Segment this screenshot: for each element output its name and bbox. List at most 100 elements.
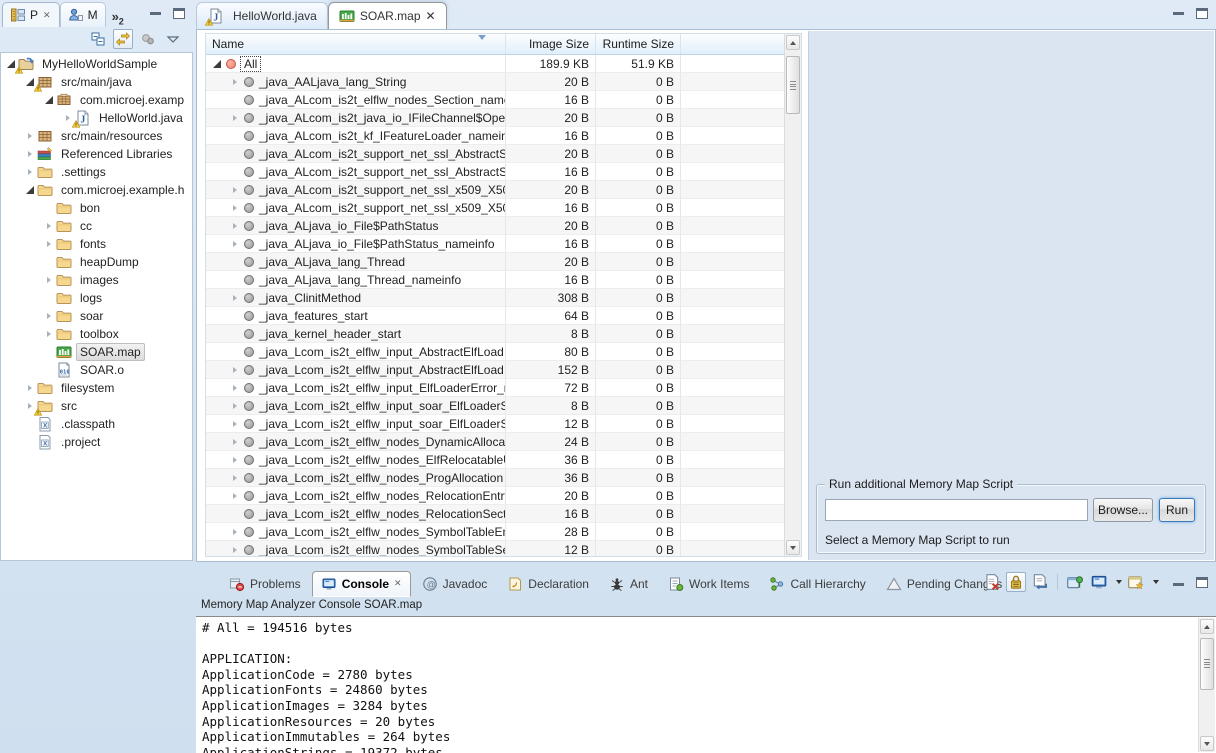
expand-arrow-icon[interactable] — [228, 367, 242, 373]
focus-task-icon[interactable] — [138, 29, 158, 49]
expand-arrow-icon[interactable] — [228, 421, 242, 427]
scroll-down-icon[interactable] — [1200, 736, 1214, 751]
collapse-arrow-icon[interactable] — [24, 186, 36, 194]
console-tab-call-hierarchy[interactable]: Call Hierarchy — [760, 571, 874, 597]
scroll-up-icon[interactable] — [1200, 619, 1214, 634]
column-header-runtime-size[interactable]: Runtime Size — [596, 34, 681, 54]
expand-arrow-icon[interactable] — [24, 133, 36, 139]
show-on-output-icon[interactable] — [1030, 572, 1050, 592]
close-editor-icon[interactable]: ✕ — [426, 9, 436, 23]
table-row[interactable]: _java_ClinitMethod308 B0 B — [206, 289, 784, 307]
open-console-icon[interactable] — [1126, 572, 1146, 592]
tree-item-referenced-libraries[interactable]: Referenced Libraries — [1, 145, 192, 163]
tree-item-bon[interactable]: bon — [1, 199, 192, 217]
maximize-icon[interactable] — [1196, 577, 1208, 588]
expand-arrow-icon[interactable] — [228, 295, 242, 301]
tree-item-src[interactable]: src — [1, 397, 192, 415]
link-with-editor-icon[interactable] — [113, 29, 133, 49]
expand-arrow-icon[interactable] — [43, 241, 55, 247]
table-row[interactable]: _java_ALjava_io_File$PathStatus20 B0 B — [206, 217, 784, 235]
console-tab-work-items[interactable]: Work Items — [659, 571, 758, 597]
column-header-image-size[interactable]: Image Size — [506, 34, 596, 54]
table-row[interactable]: _java_ALjava_io_File$PathStatus_nameinfo… — [206, 235, 784, 253]
expand-arrow-icon[interactable] — [228, 439, 242, 445]
table-row[interactable]: _java_Lcom_is2t_elflw_nodes_ProgAllocati… — [206, 469, 784, 487]
minimize-icon[interactable] — [1173, 10, 1184, 15]
console-tab-ant[interactable]: Ant — [600, 571, 657, 597]
clear-console-icon[interactable] — [982, 572, 1002, 592]
expand-arrow-icon[interactable] — [228, 547, 242, 553]
maximize-icon[interactable] — [173, 8, 185, 19]
table-row[interactable]: _java_Lcom_is2t_elflw_nodes_SymbolTableE… — [206, 523, 784, 541]
minimize-icon[interactable] — [150, 10, 161, 15]
table-row[interactable]: _java_ALcom_is2t_java_io_IFileChannel$Op… — [206, 109, 784, 127]
scroll-up-icon[interactable] — [786, 35, 800, 50]
console-tab-problems[interactable]: Problems — [220, 571, 310, 597]
expand-arrow-icon[interactable] — [24, 385, 36, 391]
expand-arrow-icon[interactable] — [228, 493, 242, 499]
table-row[interactable]: _java_Lcom_is2t_elflw_nodes_RelocationSe… — [206, 505, 784, 523]
expand-arrow-icon[interactable] — [43, 331, 55, 337]
tree-item--settings[interactable]: .settings — [1, 163, 192, 181]
table-row[interactable]: _java_ALjava_lang_Thread20 B0 B — [206, 253, 784, 271]
expand-arrow-icon[interactable] — [228, 385, 242, 391]
expand-arrow-icon[interactable] — [24, 151, 36, 157]
collapse-arrow-icon[interactable] — [43, 96, 55, 104]
table-row[interactable]: _java_Lcom_is2t_elflw_input_soar_ElfLoad… — [206, 397, 784, 415]
tree-item-heapdump[interactable]: heapDump — [1, 253, 192, 271]
close-console-icon[interactable]: ✕ — [394, 578, 402, 589]
tab-package-explorer[interactable]: P ✕ — [2, 2, 60, 27]
expand-arrow-icon[interactable] — [24, 169, 36, 175]
console-tab-declaration[interactable]: Declaration — [498, 571, 598, 597]
table-row[interactable]: _java_ALcom_is2t_support_net_ssl_x509_X5… — [206, 199, 784, 217]
tree-item-logs[interactable]: logs — [1, 289, 192, 307]
tree-item-com-microej-examp[interactable]: com.microej.examp — [1, 91, 192, 109]
scrollbar-thumb[interactable] — [1200, 638, 1214, 690]
table-row[interactable]: _java_Lcom_is2t_elflw_input_soar_ElfLoad… — [206, 415, 784, 433]
table-row[interactable]: _java_features_start64 B0 B — [206, 307, 784, 325]
table-row[interactable]: _java_Lcom_is2t_elflw_nodes_RelocationEn… — [206, 487, 784, 505]
table-row[interactable]: All189.9 KB51.9 KB — [206, 55, 784, 73]
console-tab-console[interactable]: Console✕ — [312, 571, 411, 597]
scroll-down-icon[interactable] — [786, 540, 800, 555]
expand-arrow-icon[interactable] — [43, 277, 55, 283]
view-menu-icon[interactable] — [163, 29, 183, 49]
console-tab-javadoc[interactable]: @Javadoc — [413, 571, 497, 597]
table-row[interactable]: _java_Lcom_is2t_elflw_input_AbstractElfL… — [206, 343, 784, 361]
tree-item-helloworld-java[interactable]: JHelloWorld.java — [1, 109, 192, 127]
table-row[interactable]: _java_ALcom_is2t_elflw_nodes_Section_nam… — [206, 91, 784, 109]
table-row[interactable]: _java_AALjava_lang_String20 B0 B — [206, 73, 784, 91]
table-scrollbar[interactable] — [784, 34, 801, 556]
scroll-lock-icon[interactable] — [1006, 572, 1026, 592]
table-row[interactable]: _java_kernel_header_start8 B0 B — [206, 325, 784, 343]
tree-item-soar-map[interactable]: SOAR.map — [1, 343, 192, 361]
tree-item-images[interactable]: images — [1, 271, 192, 289]
editor-tab-helloworld[interactable]: J HelloWorld.java — [196, 2, 328, 29]
table-row[interactable]: _java_Lcom_is2t_elflw_input_AbstractElfL… — [206, 361, 784, 379]
table-row[interactable]: _java_ALcom_is2t_support_net_ssl_Abstrac… — [206, 145, 784, 163]
collapse-arrow-icon[interactable] — [210, 60, 224, 68]
display-console-icon[interactable] — [1089, 572, 1109, 592]
expand-arrow-icon[interactable] — [43, 223, 55, 229]
expand-arrow-icon[interactable] — [228, 187, 242, 193]
console-scrollbar[interactable] — [1198, 618, 1215, 752]
table-row[interactable]: _java_Lcom_is2t_elflw_input_ElfLoaderErr… — [206, 379, 784, 397]
collapse-all-icon[interactable] — [88, 29, 108, 49]
tree-item-filesystem[interactable]: filesystem — [1, 379, 192, 397]
expand-arrow-icon[interactable] — [228, 115, 242, 121]
tree-item-cc[interactable]: cc — [1, 217, 192, 235]
table-row[interactable]: _java_ALjava_lang_Thread_nameinfo16 B0 B — [206, 271, 784, 289]
expand-arrow-icon[interactable] — [228, 457, 242, 463]
close-view-icon[interactable]: ✕ — [42, 10, 52, 21]
table-row[interactable]: _java_ALcom_is2t_support_net_ssl_Abstrac… — [206, 163, 784, 181]
tree-item-myhelloworldsample[interactable]: MyHelloWorldSample — [1, 55, 192, 73]
table-row[interactable]: _java_Lcom_is2t_elflw_nodes_ElfRelocatab… — [206, 451, 784, 469]
tree-item--project[interactable]: X.project — [1, 433, 192, 451]
expand-arrow-icon[interactable] — [228, 241, 242, 247]
more-views-chevron[interactable]: »2 — [112, 9, 124, 27]
tree-item-com-microej-example-h[interactable]: com.microej.example.h — [1, 181, 192, 199]
browse-button[interactable]: Browse... — [1093, 498, 1153, 522]
table-row[interactable]: _java_ALcom_is2t_kf_IFeatureLoader_namei… — [206, 127, 784, 145]
tree-item-soar-o[interactable]: 010SOAR.o — [1, 361, 192, 379]
expand-arrow-icon[interactable] — [228, 223, 242, 229]
